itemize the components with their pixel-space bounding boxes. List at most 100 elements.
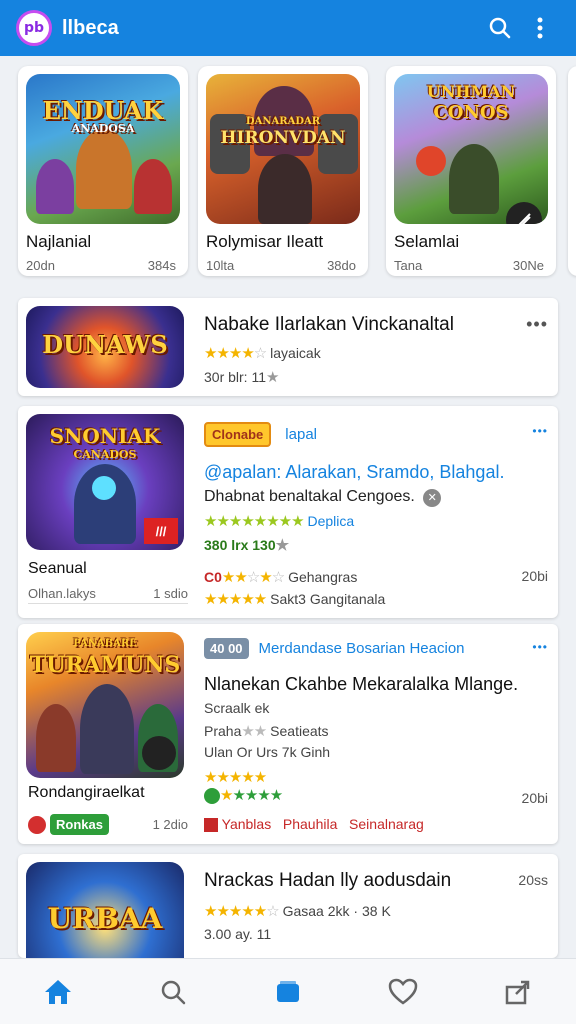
caption-sub: Ronkas 1 2dio — [28, 814, 188, 835]
library-icon[interactable] — [264, 968, 312, 1016]
caption-sub: Olhan.lakys 1 sdio — [28, 586, 188, 604]
game-badge: Clonabe — [204, 422, 272, 447]
detail-text-b: Seatieats — [270, 723, 329, 739]
more-horiz-icon[interactable]: ••• — [532, 640, 548, 654]
game-meta: 10lta 38do — [206, 258, 360, 273]
game-name: Najlanial — [26, 232, 92, 251]
tag-2[interactable]: Phauhila — [283, 816, 338, 832]
rating-row: ★★★★★☆ Gasaa 2kk · 38 K — [204, 903, 391, 920]
tag-1[interactable]: Yanblas — [222, 816, 272, 832]
game-description: Nlanekan Ckahbe Mekaralalka Mlange. — [204, 674, 519, 694]
game-thumbnail: UNHMAN CONOS — [394, 74, 548, 224]
row-right: 20bi — [521, 568, 548, 584]
rating-row: ★★★★★ — [204, 768, 267, 786]
game-thumbnail: PANABARE TURAMUNS — [26, 632, 184, 778]
game-title: Nrackas Hadan lly aodusdain — [204, 870, 452, 891]
thumb-title: DUNAWS — [42, 330, 168, 359]
heart-icon[interactable] — [379, 968, 427, 1016]
game-meta: 20dn 384s — [26, 258, 180, 273]
featured-card-peek[interactable] — [568, 66, 576, 276]
home-icon[interactable] — [34, 968, 82, 1016]
more-vert-icon[interactable] — [520, 8, 560, 48]
list-item[interactable]: URBAA Nrackas Hadan lly aodusdain 20ss ★… — [18, 854, 558, 972]
game-name: Selamlai — [394, 232, 460, 251]
game-thumbnail: /// SNONIAK CANADOS — [26, 414, 184, 550]
thumb-subtitle: CANADOS — [73, 448, 137, 461]
search-icon[interactable] — [149, 968, 197, 1016]
more-horiz-icon[interactable]: ••• — [526, 314, 548, 335]
brand-badge-icon: /// — [144, 518, 178, 544]
game-thumbnail: ENDUAK ANADOSA — [26, 74, 180, 224]
tag-icon — [204, 818, 218, 833]
rating-stars: ★★★★★★★★ — [204, 513, 305, 530]
game-tag[interactable]: lapal — [285, 426, 317, 443]
caption-sub-right: 1 2dio — [152, 817, 188, 832]
logo-text: pb — [23, 20, 45, 36]
meta-left: 20dn — [26, 258, 55, 273]
meta-text: 3.00 ay. 11 — [204, 926, 272, 942]
featured-card[interactable]: ENDUAK ANADOSA Najlanial 20dn 384s — [18, 66, 188, 276]
brand-badge-icon — [506, 202, 542, 224]
meta-row: 30r blr: 11★ — [204, 369, 279, 386]
rating-stars: ★★★★☆ — [204, 345, 267, 362]
meta-row: 3.00 ay. 11 — [204, 926, 271, 942]
app-bar: pb llbeca — [0, 0, 576, 56]
meta-left: 10lta — [206, 258, 235, 273]
detail-text: Scraalk ek — [204, 700, 270, 716]
search-icon[interactable] — [480, 8, 520, 48]
record-icon — [28, 815, 46, 834]
thumb-title: SNONIAK — [49, 424, 161, 448]
rating-stars: ★★★★★ — [204, 769, 267, 786]
row-prefix: C0 — [204, 569, 222, 585]
detail-row-1: Scraalk ek — [204, 700, 269, 716]
featured-card[interactable]: UNHMAN CONOS Selamlai Tana 30Ne — [386, 66, 556, 276]
info-icon[interactable]: ✕ — [423, 489, 442, 507]
description-line-2: Dhabnat benaltakal Cengoes. — [204, 488, 415, 505]
description-line-1: @apalan: Alarakan, Sramdo, Blahgal. — [204, 462, 505, 482]
meta-row: 380 lrx 130★ — [204, 537, 289, 554]
tag-3[interactable]: Seinalnarag — [349, 816, 424, 832]
list-item[interactable]: PANABARE TURAMUNS Rondangiraelkat Ronkas… — [18, 624, 558, 844]
game-thumbnail: DANARADAR HIRONVDAN — [206, 74, 360, 224]
game-meta: Tana 30Ne — [394, 258, 548, 273]
game-thumbnail: URBAA — [26, 862, 184, 972]
row-text: Sakt3 Gangitanala — [270, 591, 386, 607]
thumb-subtitle: ANADOSA — [71, 122, 135, 135]
status-pill[interactable]: Ronkas — [50, 814, 109, 835]
app-logo[interactable]: pb — [16, 10, 52, 46]
detail-text: Ulan Or Urs 7k Ginh — [204, 744, 331, 760]
list-item[interactable]: /// SNONIAK CANADOS Seanual Olhan.lakys … — [18, 406, 558, 618]
share-icon[interactable] — [494, 968, 542, 1016]
featured-card[interactable]: DANARADAR HIRONVDAN Rolymisar Ileatt 10l… — [198, 66, 368, 276]
tag-line: Yanblas Phauhila Seinalnarag — [204, 816, 424, 833]
rating-text: layaicak — [270, 345, 321, 361]
meta-text: 30r blr: 11 — [204, 369, 266, 385]
description-row-2: Dhabnat benaltakal Cengoes. ✕ — [204, 488, 442, 507]
row-text: Gehangras — [288, 569, 358, 585]
thumb-title: TURAMUNS — [29, 652, 181, 678]
game-caption: Rondangiraelkat — [28, 784, 145, 801]
more-horiz-icon[interactable]: ••• — [532, 424, 548, 438]
list-item[interactable]: DUNAWS Nabake Ilarlakan Vinckanaltal •••… — [18, 298, 558, 396]
rating-row: ★★★★★★★★ Deplica — [204, 512, 354, 530]
rating-row-2: ★★★★★ — [204, 786, 283, 805]
sub-rating-row-1: C0★★☆★☆ Gehangras — [204, 569, 358, 586]
featured-carousel[interactable]: ENDUAK ANADOSA Najlanial 20dn 384s DANAR… — [0, 62, 576, 280]
game-title: Nabake Ilarlakan Vinckanaltal — [204, 314, 454, 335]
meta-left: Tana — [394, 258, 423, 273]
thumb-title: ENDUAK — [42, 96, 164, 125]
meta-right: 38do — [327, 258, 356, 273]
game-badge: 40 00 — [204, 638, 249, 659]
detail-row-2: Praha★★ Seatieats — [204, 723, 329, 740]
tag-row: Clonabe lapal — [204, 422, 317, 447]
rating-right: 38 K — [361, 903, 391, 919]
game-description: @apalan: Alarakan, Sramdo, Blahgal. — [204, 462, 504, 483]
game-tag[interactable]: Merdandase Bosarian Heacion — [259, 640, 465, 657]
rating-text: Deplica — [307, 513, 355, 529]
game-caption: Seanual — [28, 560, 87, 577]
caption-sub-right: 1 sdio — [153, 586, 188, 601]
sub-rating-row-2: ★★★★★ Sakt3 Gangitanala — [204, 591, 386, 608]
row-right: 20bi — [521, 790, 548, 806]
thumb-subtitle: CONOS — [433, 102, 509, 123]
meta-right: 30Ne — [512, 258, 544, 273]
